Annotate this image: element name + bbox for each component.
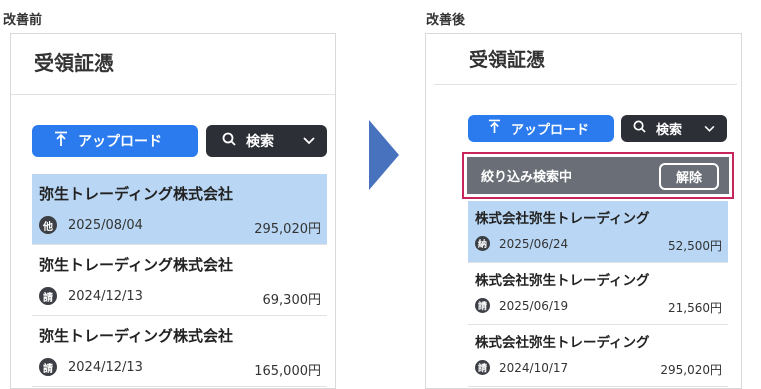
document-type-icon: 納: [475, 236, 490, 251]
document-amount: 52,500円: [668, 239, 722, 253]
upload-icon: [54, 131, 68, 151]
upload-label: アップロード: [511, 123, 590, 138]
list-item[interactable]: 弥生トレーディング株式会社 請 2024/12/13 69,300円: [32, 245, 327, 316]
vendor-name: 弥生トレーディング株式会社: [39, 256, 233, 274]
upload-label: アップロード: [78, 134, 162, 150]
chevron-down-icon: [303, 133, 315, 149]
upload-icon: [488, 119, 501, 138]
document-amount: 295,020円: [254, 222, 321, 237]
document-date: 2024/12/13: [68, 289, 143, 304]
document-list: 株式会社弥生トレーディング 納 2025/06/24 52,500円 株式会社弥…: [468, 201, 728, 387]
filter-status-highlight: 絞り込み検索中 解除: [462, 152, 734, 199]
search-icon: [633, 120, 646, 137]
document-list: 弥生トレーディング株式会社 他 2025/08/04 295,020円 弥生トレ…: [32, 174, 327, 387]
filter-status-label: 絞り込み検索中: [481, 170, 573, 185]
upload-button[interactable]: アップロード: [468, 115, 614, 142]
list-item[interactable]: 株式会社弥生トレーディング 請 2024/10/17 295,020円: [468, 325, 728, 387]
document-amount: 21,560円: [668, 301, 722, 315]
upload-button[interactable]: アップロード: [32, 125, 198, 157]
search-icon: [222, 132, 236, 150]
document-type-icon: 請: [475, 360, 490, 375]
vendor-name: 株式会社弥生トレーディング: [475, 273, 650, 289]
search-dropdown-button[interactable]: 検索: [206, 125, 327, 157]
before-panel: 受領証憑 アップロード 検索 弥生トレーディング株式会社 他 2025/08/0…: [10, 33, 336, 389]
vendor-name: 株式会社弥生トレーディング: [475, 335, 650, 351]
search-dropdown-button[interactable]: 検索: [621, 115, 727, 142]
divider: [434, 84, 737, 85]
before-caption: 改善前: [3, 13, 43, 28]
document-date: 2024/10/17: [499, 361, 569, 375]
document-type-icon: 請: [39, 287, 57, 305]
document-amount: 295,020円: [660, 363, 722, 377]
document-date: 2025/06/19: [499, 299, 569, 313]
search-label: 検索: [656, 123, 683, 138]
filter-status-bar: 絞り込み検索中 解除: [467, 157, 729, 194]
document-date: 2025/08/04: [68, 218, 143, 233]
document-type-icon: 請: [39, 358, 57, 376]
page-title: 受領証憑: [469, 49, 546, 71]
document-type-icon: 請: [475, 298, 490, 313]
list-item[interactable]: 株式会社弥生トレーディング 請 2025/06/19 21,560円: [468, 263, 728, 325]
clear-filter-button[interactable]: 解除: [659, 163, 719, 190]
list-item[interactable]: 弥生トレーディング株式会社 他 2025/08/04 295,020円: [32, 174, 327, 245]
divider: [11, 94, 335, 95]
after-caption: 改善後: [426, 13, 466, 28]
page-title: 受領証憑: [34, 51, 114, 75]
document-date: 2025/06/24: [499, 237, 569, 251]
after-panel: 受領証憑 アップロード 検索 絞り込み検索中 解除 株式会社弥生トレーディング …: [425, 33, 742, 389]
chevron-down-icon: [704, 121, 715, 136]
vendor-name: 弥生トレーディング株式会社: [39, 327, 233, 345]
search-label: 検索: [246, 134, 274, 150]
document-amount: 165,000円: [254, 364, 321, 379]
right-arrow-icon: [369, 120, 399, 190]
list-item[interactable]: 弥生トレーディング株式会社 請 2024/12/13 165,000円: [32, 316, 327, 387]
document-date: 2024/12/13: [68, 360, 143, 375]
list-item[interactable]: 株式会社弥生トレーディング 納 2025/06/24 52,500円: [468, 201, 728, 263]
vendor-name: 弥生トレーディング株式会社: [39, 185, 233, 203]
document-amount: 69,300円: [262, 293, 322, 308]
document-type-icon: 他: [39, 216, 57, 234]
vendor-name: 株式会社弥生トレーディング: [475, 211, 650, 227]
